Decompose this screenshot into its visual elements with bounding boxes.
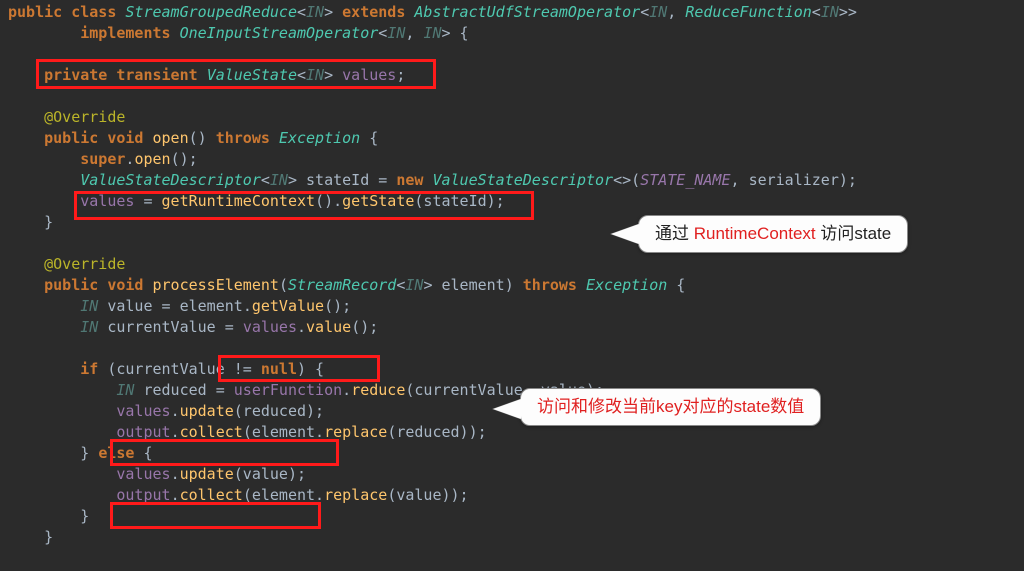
callout-tail-icon bbox=[493, 399, 521, 419]
annotation-override: @Override bbox=[44, 108, 125, 126]
callout-modify-state: 访问和修改当前key对应的state数值 bbox=[520, 388, 821, 426]
kw-class: class bbox=[71, 3, 116, 21]
callout-tail-icon bbox=[611, 224, 639, 244]
callout-runtimecontext: 通过 RuntimeContext 访问state bbox=[638, 215, 908, 253]
class-name: StreamGroupedReduce bbox=[125, 3, 297, 21]
kw-public: public bbox=[8, 3, 62, 21]
code-block: public class StreamGroupedReduce<IN> ext… bbox=[0, 0, 1024, 548]
